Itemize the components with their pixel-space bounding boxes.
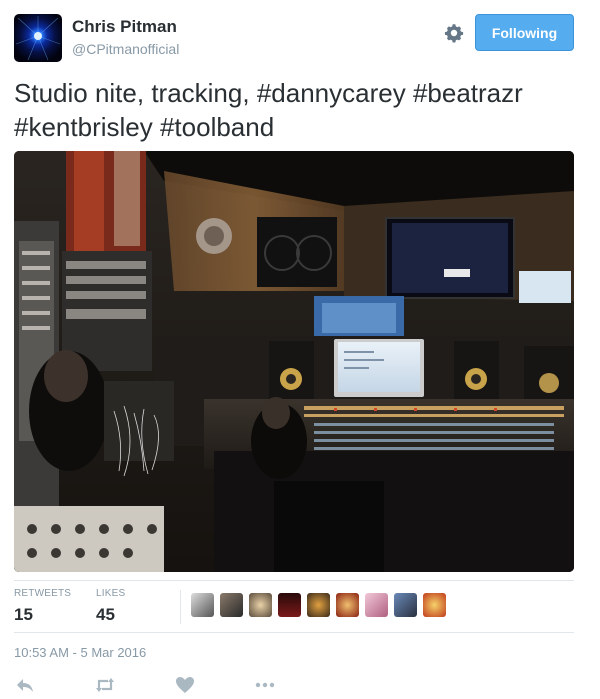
tweet-photo[interactable] (14, 151, 574, 572)
retweets-count: 15 (14, 605, 33, 624)
more-icon[interactable] (254, 674, 276, 696)
liker-avatar[interactable] (191, 593, 214, 617)
tweet-timestamp[interactable]: 10:53 AM - 5 Mar 2016 (14, 645, 146, 660)
liker-avatar[interactable] (220, 593, 243, 617)
liker-avatar[interactable] (278, 593, 301, 617)
divider-middle (14, 632, 574, 633)
tweet-text-line-2: #kentbrisley #toolband (14, 110, 574, 144)
divider-top (14, 580, 574, 581)
tweet-stats: RETWEETS 15 LIKES 45 (14, 588, 574, 628)
tweet-text-line-1: Studio nite, tracking, #dannycarey #beat… (14, 76, 574, 110)
following-button[interactable]: Following (475, 14, 574, 51)
stats-separator (180, 590, 181, 624)
hashtag-link[interactable]: #toolband (160, 112, 274, 142)
like-icon[interactable] (174, 674, 196, 696)
likes-label: LIKES (96, 588, 126, 599)
retweet-icon[interactable] (94, 674, 116, 696)
liker-avatar[interactable] (307, 593, 330, 617)
liker-avatar[interactable] (423, 593, 446, 617)
likes-count: 45 (96, 605, 115, 624)
hashtag-link[interactable]: #beatrazr (413, 78, 523, 108)
hashtag-link[interactable]: #kentbrisley (14, 112, 153, 142)
studio-photo (14, 151, 574, 572)
avatar[interactable] (14, 14, 62, 62)
liker-avatar[interactable] (394, 593, 417, 617)
avatar-image (15, 16, 61, 61)
tweet-text: Studio nite, tracking, #dannycarey #beat… (14, 76, 574, 144)
user-handle[interactable]: @CPitmanofficial (72, 41, 179, 57)
tweet-body-text: Studio nite, tracking, (14, 78, 257, 108)
liker-avatar[interactable] (249, 593, 272, 617)
tweet-actions (14, 674, 574, 696)
likes-stat[interactable]: LIKES 45 (96, 588, 125, 625)
retweets-stat[interactable]: RETWEETS 15 (14, 588, 71, 625)
liker-avatar[interactable] (365, 593, 388, 617)
liker-avatar[interactable] (336, 593, 359, 617)
reply-icon[interactable] (14, 674, 36, 696)
user-name[interactable]: Chris Pitman (72, 17, 177, 37)
gear-icon[interactable] (442, 21, 466, 45)
hashtag-link[interactable]: #dannycarey (257, 78, 406, 108)
retweets-label: RETWEETS (14, 588, 72, 599)
tweet-header: Chris Pitman @CPitmanofficial Following (14, 14, 574, 64)
